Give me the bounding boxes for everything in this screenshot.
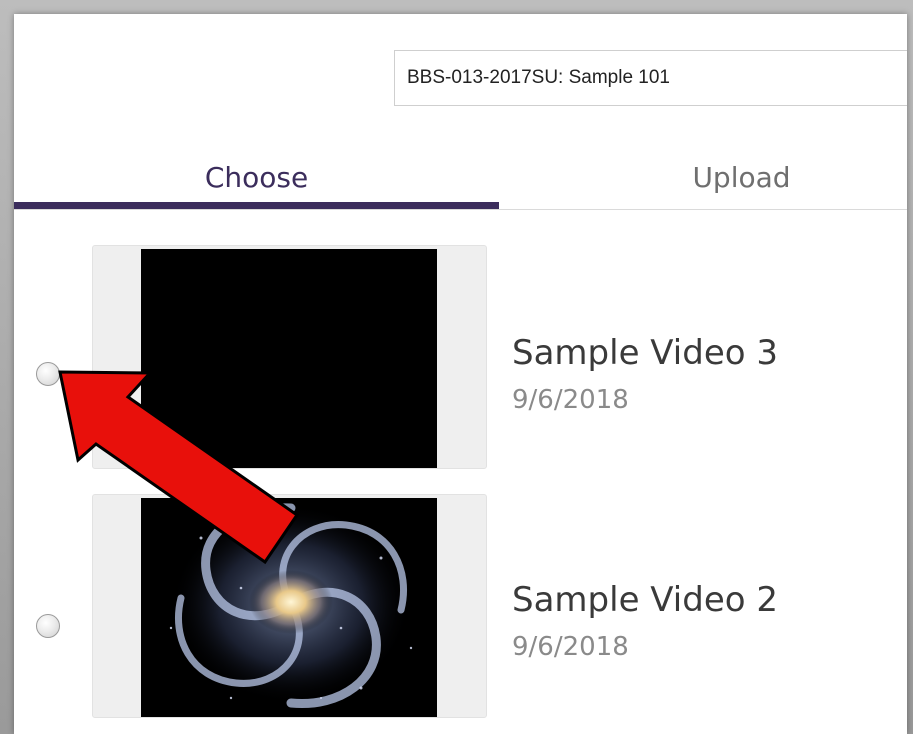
- tab-bar: Choose Upload: [14, 144, 907, 210]
- video-title: Sample Video 3: [512, 333, 778, 373]
- video-date: 9/6/2018: [512, 632, 629, 662]
- video-thumbnail[interactable]: [92, 245, 487, 469]
- active-tab-indicator: [14, 202, 499, 209]
- galaxy-image: [141, 498, 437, 717]
- video-date: 9/6/2018: [512, 385, 629, 415]
- list-item: Sample Video 3 9/6/2018: [14, 245, 907, 471]
- tab-choose-label: Choose: [204, 160, 309, 194]
- course-select-value: BBS-013-2017SU: Sample 101: [407, 67, 670, 88]
- tab-upload[interactable]: Upload: [499, 144, 907, 210]
- list-item: Sample Video 2 9/6/2018: [14, 494, 907, 720]
- video-radio-button[interactable]: [36, 614, 60, 638]
- video-title: Sample Video 2: [512, 580, 778, 620]
- tab-upload-label: Upload: [692, 160, 791, 194]
- video-radio-button[interactable]: [36, 362, 60, 386]
- video-chooser-panel: BBS-013-2017SU: Sample 101 Choose Upload…: [14, 14, 907, 734]
- video-thumbnail[interactable]: [92, 494, 487, 718]
- spiral-galaxy-thumbnail: [141, 498, 437, 717]
- black-frame-thumbnail: [141, 249, 437, 468]
- course-select[interactable]: BBS-013-2017SU: Sample 101: [394, 50, 907, 106]
- tab-choose[interactable]: Choose: [14, 144, 499, 210]
